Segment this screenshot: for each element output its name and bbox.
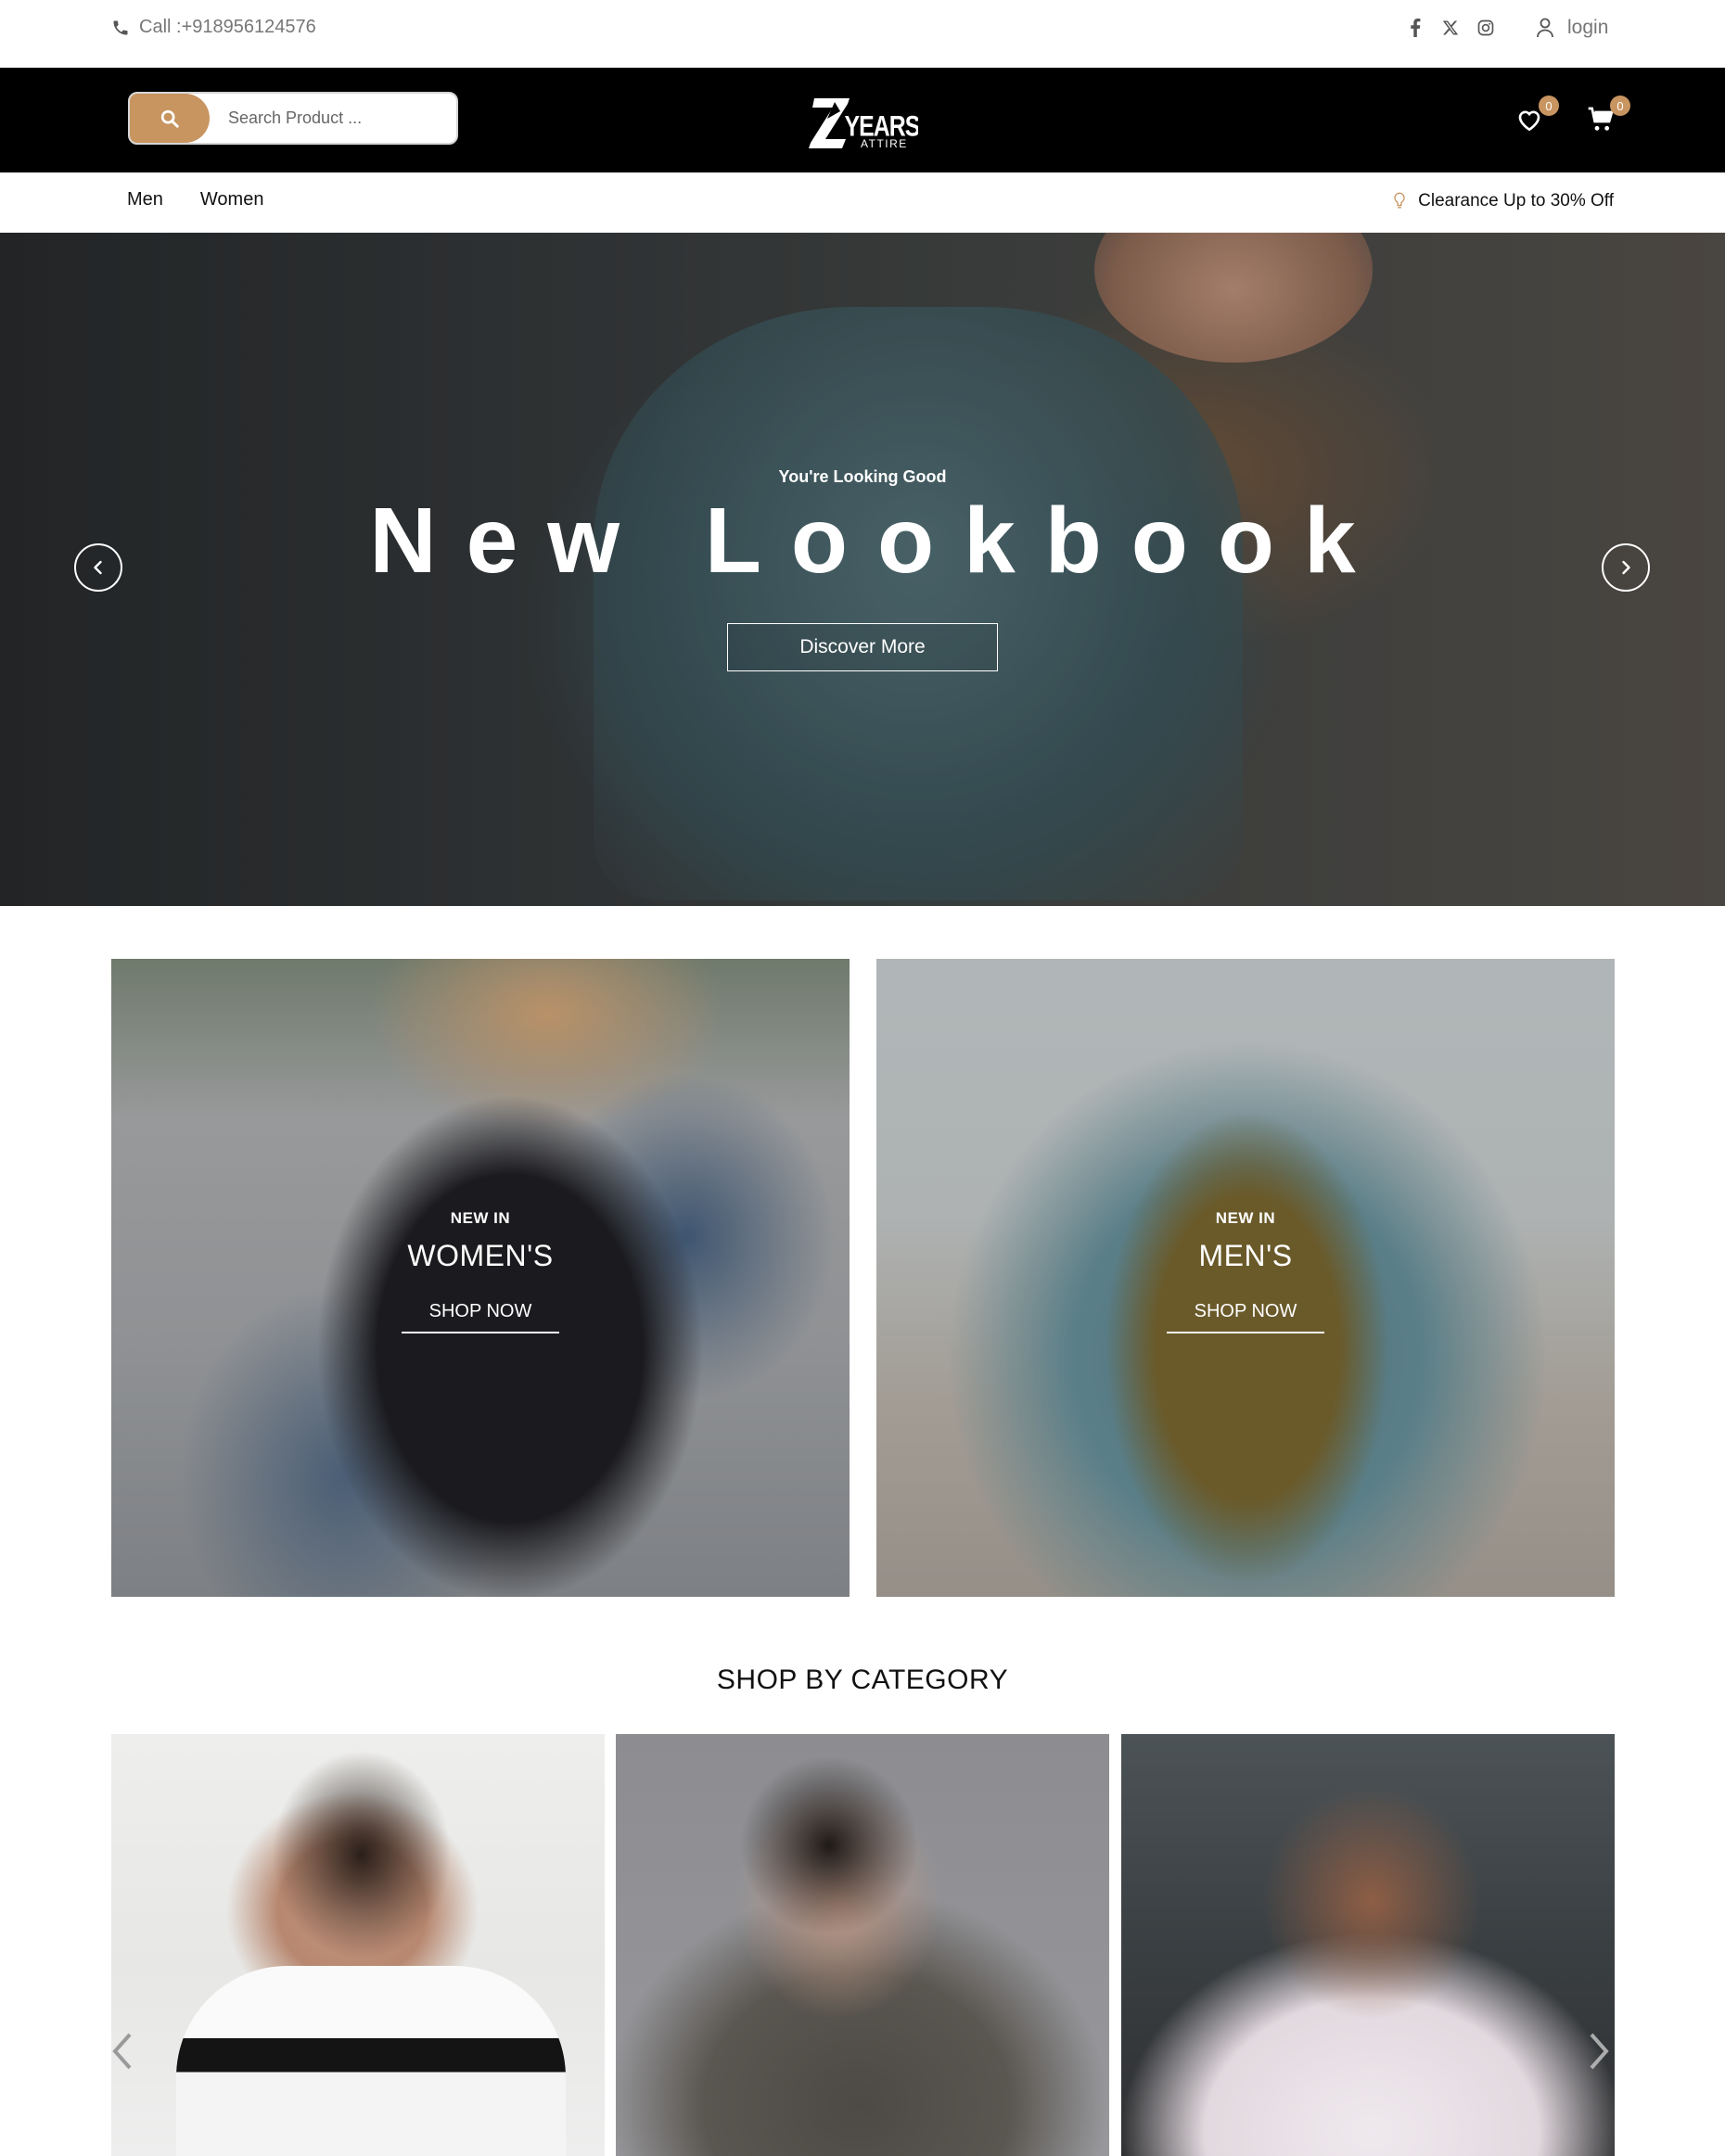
cart-count-badge: 0 <box>1610 96 1630 116</box>
promo-card-text: NEW IN MEN'S SHOP NOW <box>876 1209 1615 1333</box>
promo-eyebrow: NEW IN <box>450 1209 511 1227</box>
nav-item-women[interactable]: Women <box>200 189 264 210</box>
social-links <box>1406 19 1495 37</box>
x-twitter-icon[interactable] <box>1441 19 1460 37</box>
nav-item-men[interactable]: Men <box>127 189 163 210</box>
top-bar: Call :+918956124576 login <box>0 0 1725 68</box>
hero-slider: You're Looking Good New Lookbook Discove… <box>0 233 1725 906</box>
search-bar <box>128 92 458 145</box>
clearance-promo-text: Clearance Up to 30% Off <box>1418 191 1614 210</box>
shop-now-women-link[interactable]: SHOP NOW <box>401 1301 560 1333</box>
login-link[interactable]: login <box>1536 17 1608 39</box>
chevron-right-icon <box>1590 2033 1609 2070</box>
category-prev-arrow[interactable] <box>109 2031 134 2082</box>
facebook-icon[interactable] <box>1406 19 1425 37</box>
promo-eyebrow: NEW IN <box>1215 1209 1276 1227</box>
promo-card-women[interactable]: NEW IN WOMEN'S SHOP NOW <box>111 959 850 1597</box>
chevron-left-icon <box>94 560 102 575</box>
chevron-left-icon <box>112 2033 132 2070</box>
promo-card-text: NEW IN WOMEN'S SHOP NOW <box>111 1209 850 1333</box>
search-icon <box>160 109 179 128</box>
promo-title: MEN'S <box>1198 1239 1293 1272</box>
clearance-promo[interactable]: Clearance Up to 30% Off <box>1392 191 1614 211</box>
phone-icon <box>113 20 128 34</box>
instagram-icon[interactable] <box>1476 19 1495 37</box>
cart-button[interactable]: 0 <box>1586 96 1630 136</box>
hero-eyebrow: You're Looking Good <box>778 467 947 486</box>
category-nav: Men Women Clearance Up to 30% Off <box>0 172 1725 233</box>
lightbulb-icon <box>1394 192 1405 209</box>
login-label: login <box>1567 17 1609 38</box>
promo-card-men[interactable]: NEW IN MEN'S SHOP NOW <box>876 959 1615 1597</box>
slider-next-button[interactable] <box>1602 543 1650 592</box>
nav-menu: Men Women <box>127 189 263 210</box>
search-input[interactable] <box>210 94 456 143</box>
category-next-arrow[interactable] <box>1588 2031 1612 2082</box>
hero-headline: New Lookbook <box>369 489 1386 593</box>
wishlist-button[interactable]: 0 <box>1514 96 1559 136</box>
category-card[interactable] <box>1121 1734 1615 2156</box>
shop-now-men-link[interactable]: SHOP NOW <box>1166 1301 1325 1333</box>
category-image <box>176 1966 566 2156</box>
svg-text:ATTIRE: ATTIRE <box>861 137 908 150</box>
chevron-right-icon <box>1622 560 1630 575</box>
wishlist-count-badge: 0 <box>1539 96 1559 116</box>
user-icon <box>1537 18 1553 38</box>
search-button[interactable] <box>130 94 210 143</box>
call-text: Call :+918956124576 <box>139 17 316 37</box>
brand-logo[interactable]: YEARS ATTIRE <box>807 91 921 154</box>
call-info[interactable]: Call :+918956124576 <box>111 17 316 38</box>
category-card[interactable] <box>616 1734 1109 2156</box>
promo-title: WOMEN'S <box>407 1239 554 1272</box>
discover-more-button[interactable]: Discover More <box>727 623 998 671</box>
main-header: YEARS ATTIRE 0 0 <box>0 68 1725 172</box>
category-card[interactable] <box>111 1734 605 2156</box>
section-title: SHOP BY CATEGORY <box>716 1665 1009 1695</box>
slider-prev-button[interactable] <box>74 543 122 592</box>
